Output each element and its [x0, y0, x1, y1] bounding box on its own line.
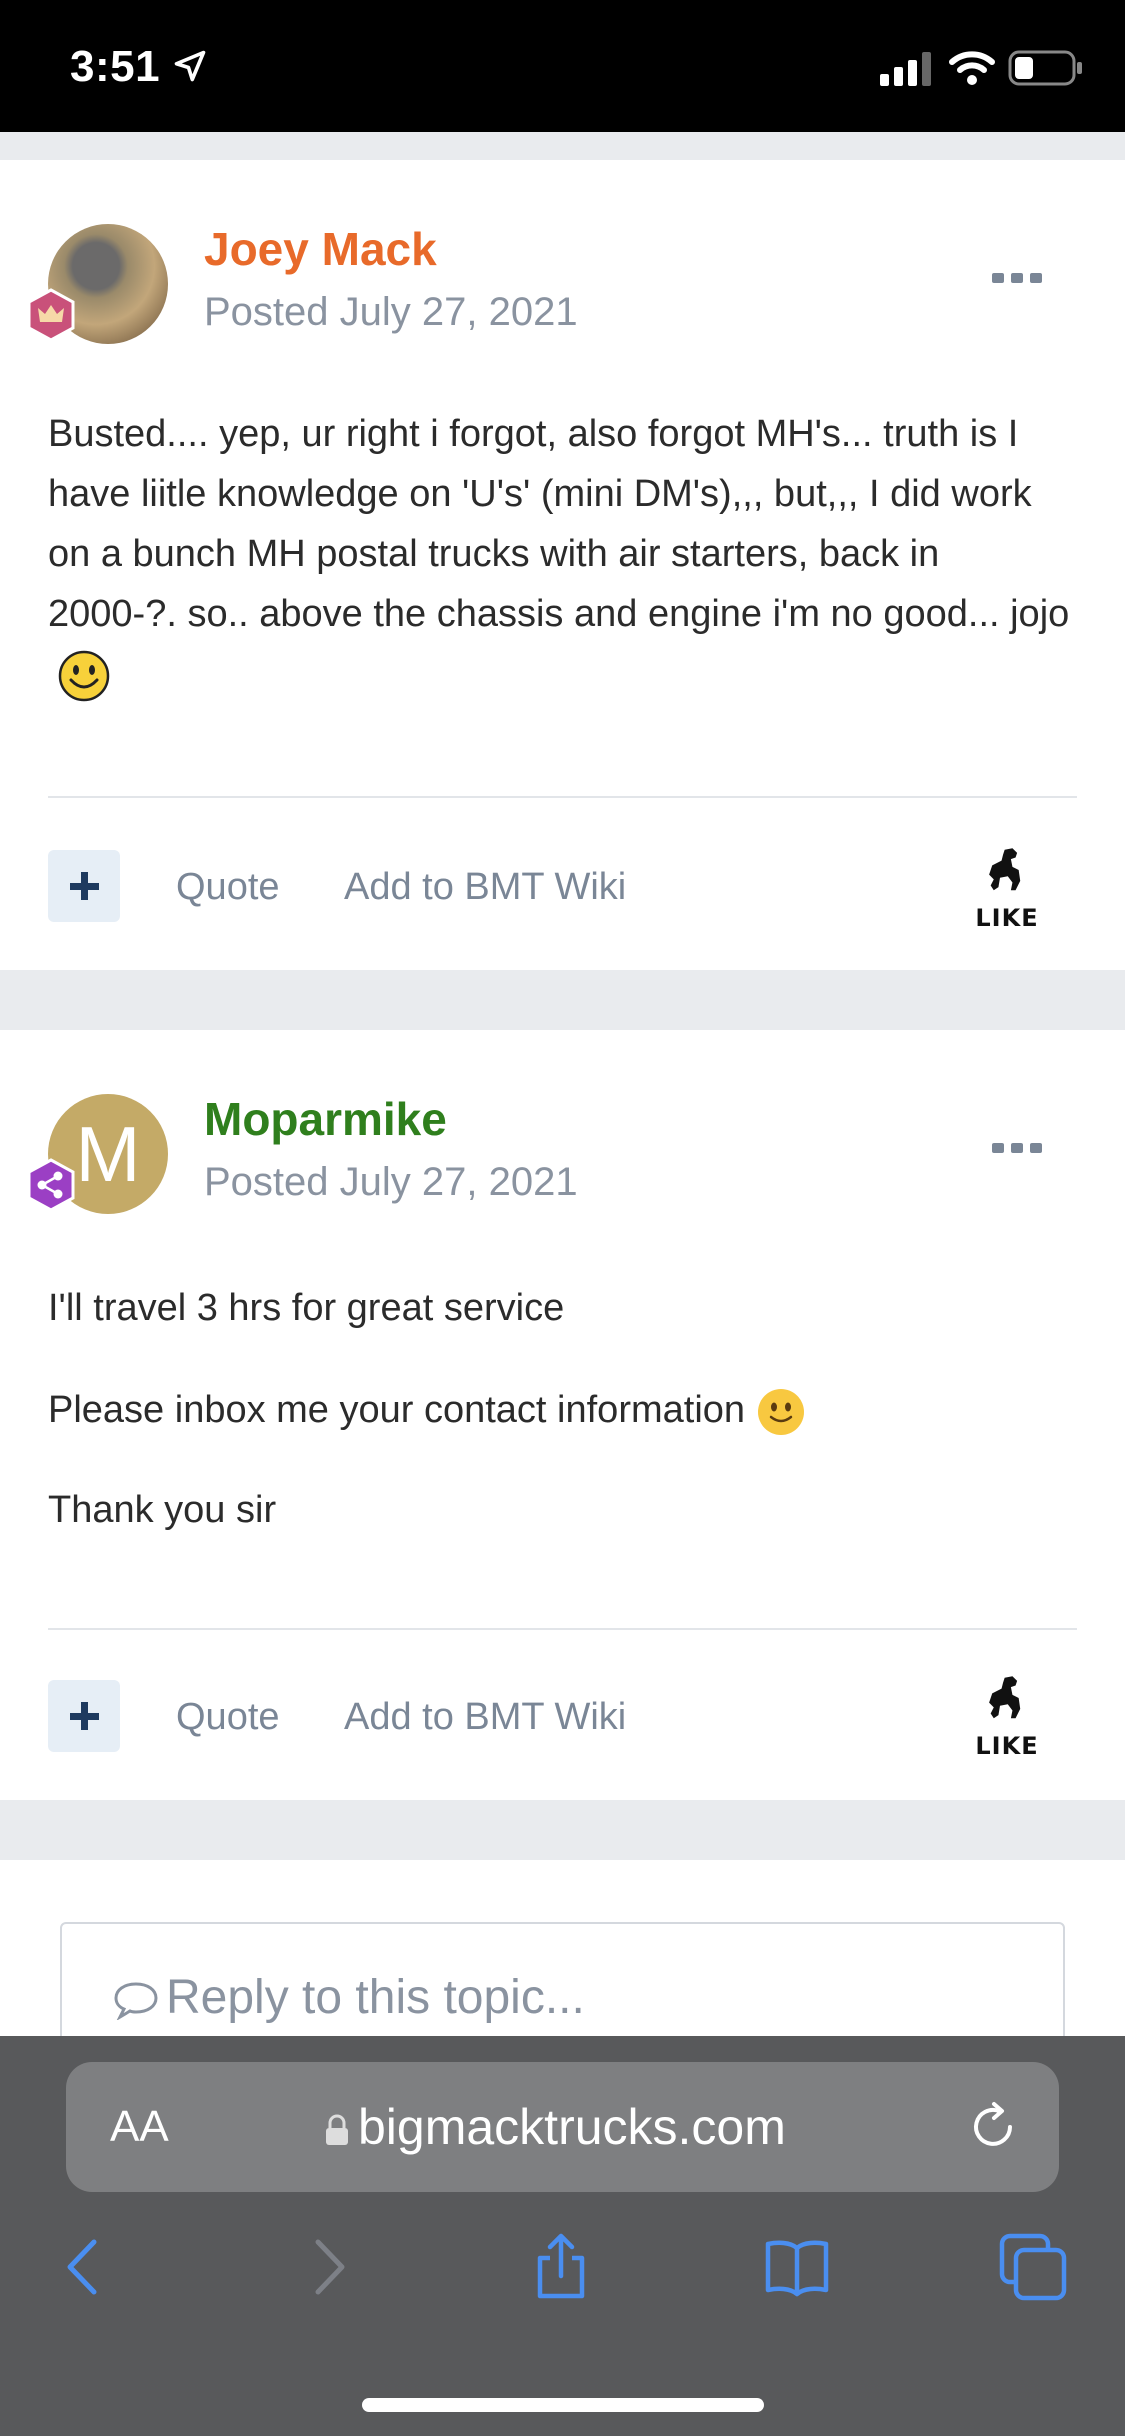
- quote-button[interactable]: Quote: [176, 866, 280, 909]
- plus-icon: [70, 1702, 99, 1730]
- post-paragraph: Thank you sir: [48, 1489, 277, 1531]
- author-name[interactable]: Joey Mack: [204, 222, 437, 276]
- divider: [48, 1628, 1077, 1630]
- tabs-icon[interactable]: [998, 2232, 1068, 2302]
- wifi-icon: [949, 51, 995, 85]
- post-body: Busted.... yep, ur right i forgot, also …: [48, 404, 1077, 704]
- home-indicator[interactable]: [362, 2398, 764, 2412]
- add-reaction-button[interactable]: [48, 850, 120, 922]
- signal-icon: [880, 52, 931, 86]
- bulldog-icon: [989, 848, 1021, 891]
- status-time: 3:51: [70, 42, 161, 91]
- back-icon[interactable]: [50, 2232, 120, 2302]
- forward-icon[interactable]: [292, 2232, 362, 2302]
- battery-icon: [1008, 50, 1082, 86]
- post-joey-mack: Joey Mack Posted July 27, 2021 Busted...…: [0, 160, 1125, 970]
- status-bar: 3:51: [0, 0, 1125, 132]
- crown-badge-icon: [27, 288, 75, 342]
- post-date[interactable]: Posted July 27, 2021: [204, 1160, 578, 1205]
- smiley-icon: [58, 650, 110, 702]
- like-label: LIKE: [975, 1732, 1039, 1760]
- browser-toolbar: AA bigmacktrucks.com: [0, 2036, 1125, 2436]
- post-date[interactable]: Posted July 27, 2021: [204, 290, 578, 335]
- plus-icon: [70, 872, 99, 900]
- add-reaction-button[interactable]: [48, 1680, 120, 1752]
- post-paragraph-text: Please inbox me your contact information: [48, 1389, 746, 1431]
- smiley-icon: [758, 1388, 805, 1435]
- post-body-text: Busted.... yep, ur right i forgot, also …: [48, 413, 1070, 635]
- address-bar[interactable]: AA bigmacktrucks.com: [66, 2062, 1059, 2192]
- share-badge-icon: [27, 1158, 75, 1212]
- post-moparmike: M Moparmike Posted July 27, 2021 I'll tr…: [0, 1030, 1125, 1800]
- like-button[interactable]: LIKE: [962, 842, 1052, 932]
- add-to-wiki-button[interactable]: Add to BMT Wiki: [344, 1696, 626, 1739]
- bulldog-icon: [989, 1676, 1021, 1719]
- reader-settings-button[interactable]: AA: [110, 2102, 169, 2152]
- quote-button[interactable]: Quote: [176, 1696, 280, 1739]
- location-arrow-icon: [174, 50, 206, 82]
- more-icon[interactable]: [992, 1140, 1042, 1156]
- share-icon[interactable]: [526, 2232, 596, 2302]
- url-text[interactable]: bigmacktrucks.com: [358, 2098, 786, 2156]
- divider: [48, 796, 1077, 798]
- post-paragraph: I'll travel 3 hrs for great service: [48, 1287, 565, 1329]
- author-name[interactable]: Moparmike: [204, 1092, 447, 1146]
- reply-placeholder: Reply to this topic...: [112, 1970, 585, 2025]
- add-to-wiki-button[interactable]: Add to BMT Wiki: [344, 866, 626, 909]
- post-paragraph: Please inbox me your contact information: [48, 1380, 1077, 1440]
- comment-icon: [114, 1982, 158, 2021]
- reload-icon[interactable]: [966, 2100, 1020, 2154]
- lock-icon: [326, 2114, 348, 2145]
- reply-placeholder-text: Reply to this topic...: [166, 1971, 585, 2024]
- bookmarks-icon[interactable]: [762, 2232, 832, 2302]
- more-icon[interactable]: [992, 270, 1042, 286]
- like-label: LIKE: [975, 904, 1039, 932]
- like-button[interactable]: LIKE: [962, 1670, 1052, 1760]
